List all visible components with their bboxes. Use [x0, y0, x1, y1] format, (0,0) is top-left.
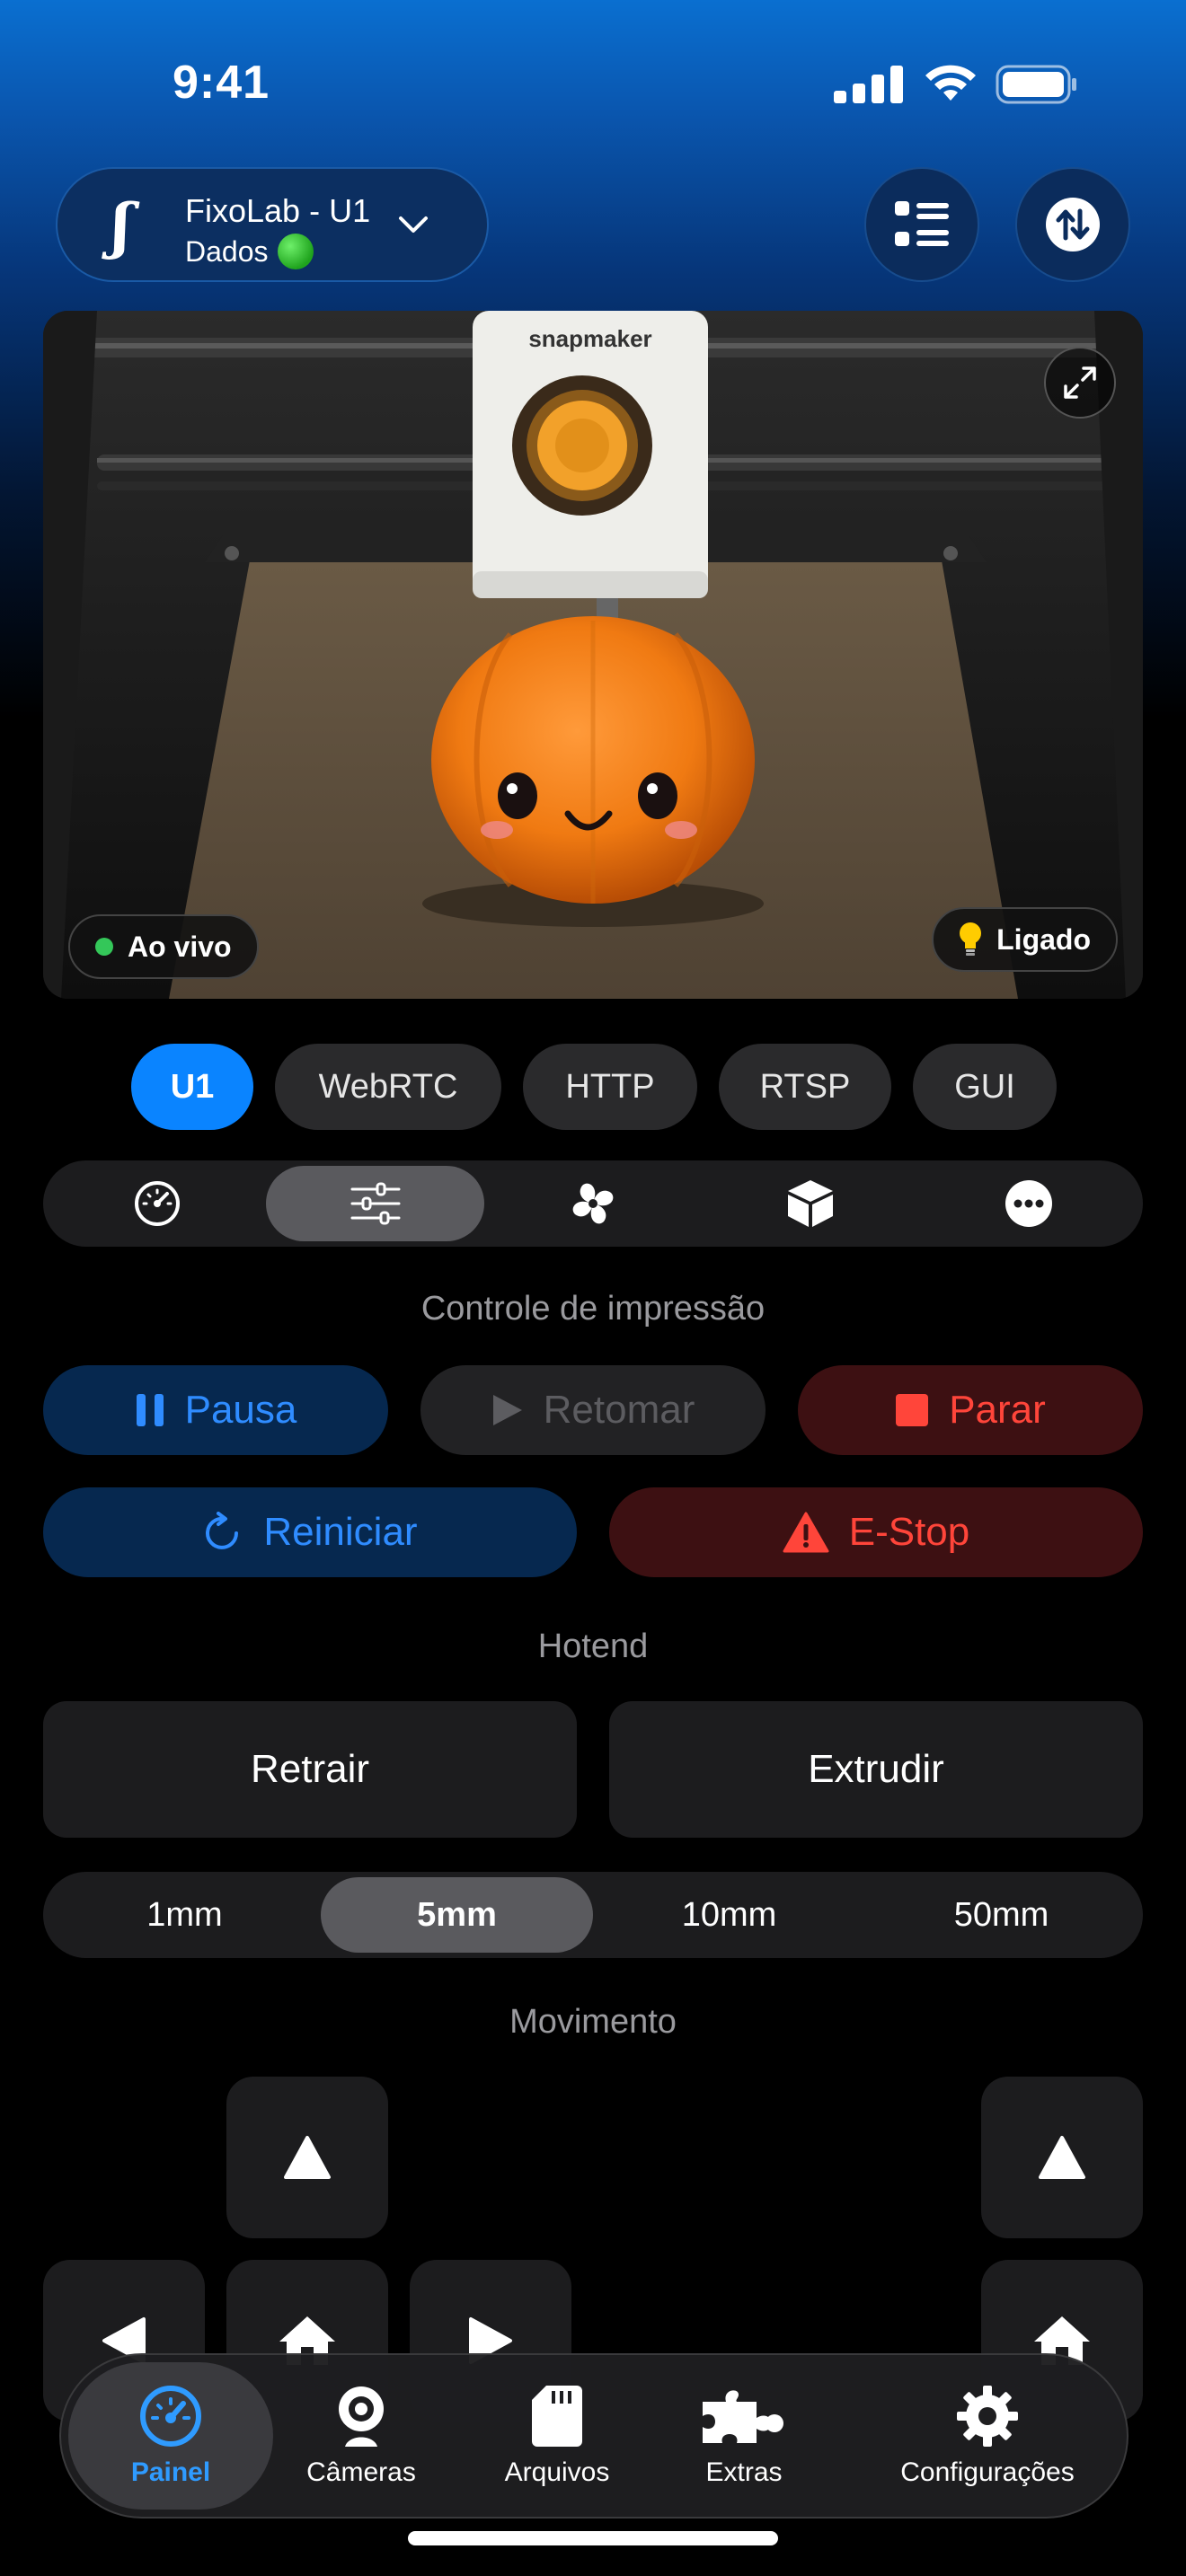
camera-image: snapmaker — [43, 311, 1143, 999]
nav-extras-label: Extras — [705, 2457, 783, 2487]
printer-status-label: Dados — [185, 234, 269, 268]
nav-arquivos[interactable]: Arquivos — [480, 2362, 634, 2510]
tab-dashboard[interactable] — [49, 1166, 266, 1241]
live-label: Ao vivo — [128, 930, 232, 963]
list-view-button[interactable] — [864, 167, 979, 282]
restart-arrow-icon — [206, 1512, 239, 1549]
online-status-dot-icon — [277, 234, 314, 269]
bottom-tab-bar: Painel Câmeras Arquivos Extras Configura… — [59, 2353, 1128, 2519]
home-indicator — [408, 2531, 778, 2545]
estop-button[interactable]: E-Stop — [609, 1487, 1143, 1577]
camera-feed[interactable]: snapmaker Ao vivo Ligado — [43, 311, 1143, 999]
warning-triangle-icon — [783, 1512, 829, 1553]
restart-button[interactable]: Reiniciar — [43, 1487, 577, 1577]
play-icon — [492, 1395, 522, 1425]
cube-icon — [788, 1180, 834, 1227]
live-indicator: Ao vivo — [68, 914, 259, 979]
nav-configuracoes[interactable]: Configurações — [866, 2362, 1109, 2510]
app-logo-icon: ʃ — [111, 190, 131, 260]
tab-controls[interactable] — [266, 1166, 484, 1241]
list-icon — [895, 201, 949, 246]
nav-configuracoes-label: Configurações — [900, 2457, 1075, 2487]
tab-filament[interactable] — [702, 1166, 919, 1241]
distance-option-10mm[interactable]: 10mm — [593, 1877, 865, 1953]
print-control-title: Controle de impressão — [420, 1290, 766, 1328]
section-tabs — [43, 1160, 1143, 1247]
status-time: 9:41 — [173, 57, 270, 109]
light-toggle[interactable]: Ligado — [932, 907, 1118, 972]
more-icon — [1005, 1180, 1052, 1227]
stop-square-icon — [896, 1394, 929, 1426]
sd-card-icon — [532, 2386, 582, 2447]
resume-button[interactable]: Retomar — [420, 1365, 766, 1455]
jog-y-plus-button[interactable] — [226, 2077, 388, 2238]
nav-cameras[interactable]: Câmeras — [284, 2362, 438, 2510]
wifi-icon — [925, 65, 976, 101]
hotend-title: Hotend — [537, 1628, 649, 1665]
source-tab-http[interactable]: HTTP — [523, 1044, 697, 1130]
dashboard-gauge-icon — [140, 2386, 201, 2447]
cellular-signal-icon — [834, 66, 903, 103]
pause-button[interactable]: Pausa — [43, 1365, 388, 1455]
nav-painel-label: Painel — [130, 2457, 211, 2487]
printer-status: Dados — [185, 234, 314, 269]
webcam-icon — [339, 2386, 384, 2447]
triangle-up-icon — [284, 2136, 331, 2179]
nav-painel[interactable]: Painel — [68, 2362, 273, 2510]
source-tab-u1[interactable]: U1 — [131, 1044, 253, 1130]
battery-icon — [996, 65, 1076, 104]
restart-label: Reiniciar — [263, 1510, 418, 1554]
stop-label: Parar — [949, 1388, 1046, 1432]
distance-option-5mm[interactable]: 5mm — [321, 1877, 593, 1953]
nav-extras[interactable]: Extras — [668, 2362, 819, 2510]
gear-icon — [957, 2386, 1018, 2447]
source-tab-rtsp[interactable]: RTSP — [719, 1044, 891, 1130]
fan-icon — [572, 1183, 614, 1224]
puzzle-icon — [703, 2390, 783, 2443]
retract-button[interactable]: Retrair — [43, 1701, 577, 1838]
nav-cameras-label: Câmeras — [306, 2457, 416, 2487]
tab-more[interactable] — [920, 1166, 1137, 1241]
printer-selector[interactable]: ʃ FixoLab - U1 Dados — [56, 167, 489, 282]
movement-title: Movimento — [509, 2003, 677, 2041]
tab-fans[interactable] — [484, 1166, 702, 1241]
triangle-up-icon — [1039, 2136, 1085, 2179]
jog-z-up-button[interactable] — [981, 2077, 1143, 2238]
fullscreen-button[interactable] — [1044, 347, 1116, 419]
source-tab-webrtc[interactable]: WebRTC — [275, 1044, 501, 1130]
extrude-distance-selector: 1mm 5mm 10mm 50mm — [43, 1872, 1143, 1958]
live-dot-icon — [95, 938, 113, 956]
chevron-down-icon — [399, 216, 428, 233]
expand-arrows-icon — [1064, 366, 1096, 399]
source-tab-gui[interactable]: GUI — [913, 1044, 1057, 1130]
svg-text:snapmaker: snapmaker — [528, 325, 651, 352]
extrude-button[interactable]: Extrudir — [609, 1701, 1143, 1838]
lightbulb-icon — [960, 922, 982, 956]
gauge-icon — [135, 1181, 181, 1226]
arrows-up-down-icon — [1046, 198, 1100, 251]
distance-option-50mm[interactable]: 50mm — [865, 1877, 1137, 1953]
camera-source-tabs: U1 WebRTC HTTP RTSP GUI — [131, 1044, 1057, 1130]
distance-option-1mm[interactable]: 1mm — [49, 1877, 321, 1953]
status-icons — [834, 65, 1078, 104]
light-label: Ligado — [996, 922, 1091, 956]
pause-label: Pausa — [184, 1388, 297, 1432]
printer-name: FixoLab - U1 — [185, 192, 371, 229]
nav-arquivos-label: Arquivos — [504, 2457, 610, 2487]
transfer-button[interactable] — [1015, 167, 1130, 282]
stop-button[interactable]: Parar — [798, 1365, 1143, 1455]
resume-label: Retomar — [543, 1388, 695, 1432]
pause-icon — [136, 1394, 164, 1426]
estop-label: E-Stop — [848, 1510, 970, 1554]
sliders-icon — [350, 1182, 401, 1225]
